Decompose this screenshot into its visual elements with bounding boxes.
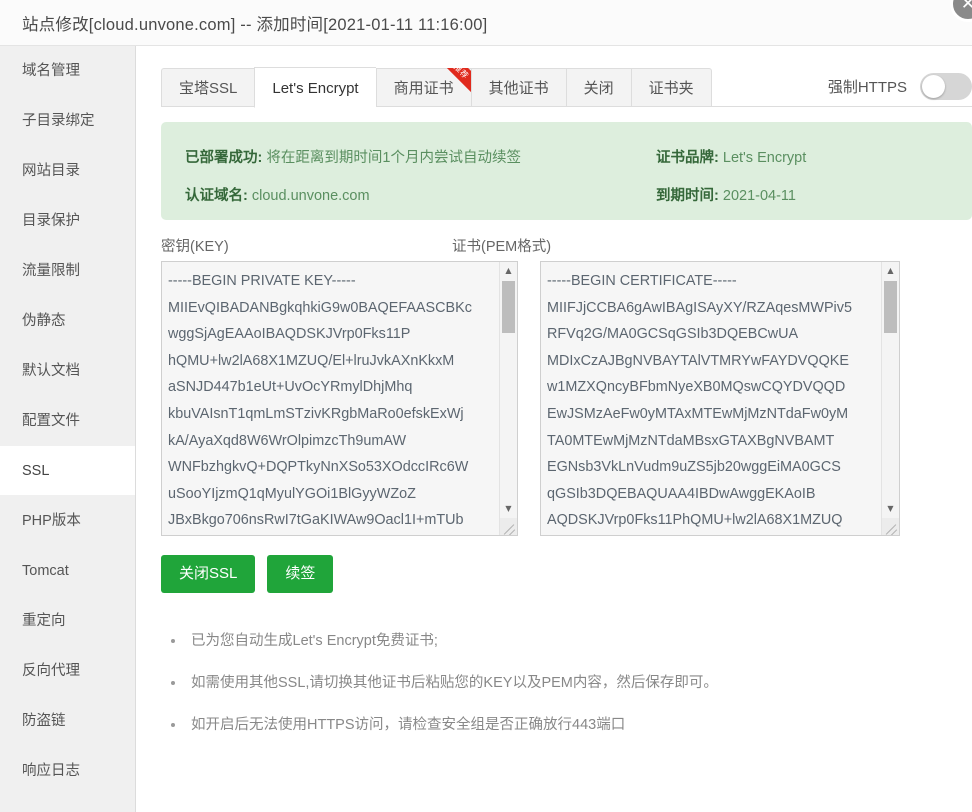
sidebar-item-7[interactable]: 配置文件 xyxy=(0,396,135,446)
force-https-control: 强制HTTPS xyxy=(828,73,972,100)
domain-row: 认证域名: cloud.unvone.com xyxy=(185,184,370,205)
bullet-icon xyxy=(171,681,175,685)
ssl-status-alert: 已部署成功: 将在距离到期时间1个月内尝试自动续签 认证域名: cloud.un… xyxy=(161,122,972,220)
scroll-thumb[interactable] xyxy=(502,281,515,333)
sidebar-item-label: 默认文档 xyxy=(22,363,80,379)
tabs-nav: 宝塔SSL Let's Encrypt 商用证书 推荐 其他证书 关闭 证书夹 xyxy=(161,67,712,108)
resize-grip-icon[interactable] xyxy=(500,518,517,535)
key-textarea-value: -----BEGIN PRIVATE KEY----- MIIEvQIBADAN… xyxy=(168,273,472,529)
sidebar-item-4[interactable]: 流量限制 xyxy=(0,246,135,296)
scroll-down-icon[interactable]: ▼ xyxy=(500,500,517,517)
sidebar-item-label: Tomcat xyxy=(22,563,69,579)
scroll-thumb[interactable] xyxy=(884,281,897,333)
sidebar-item-11[interactable]: 重定向 xyxy=(0,596,135,646)
sidebar-item-label: 伪静态 xyxy=(22,313,66,329)
key-textarea[interactable]: -----BEGIN PRIVATE KEY----- MIIEvQIBADAN… xyxy=(161,261,518,536)
sidebar-item-label: PHP版本 xyxy=(22,513,81,529)
tab-label: 关闭 xyxy=(583,80,614,97)
sidebar-item-14[interactable]: 响应日志 xyxy=(0,746,135,796)
sidebar-item-label: 配置文件 xyxy=(22,413,80,429)
pem-textarea[interactable]: -----BEGIN CERTIFICATE----- MIIFJjCCBA6g… xyxy=(540,261,900,536)
note-text: 如开启后无法使用HTTPS访问，请检查安全组是否正确放行443端口 xyxy=(191,717,626,733)
grip-line-2 xyxy=(890,529,898,535)
brand-row: 证书品牌: Let's Encrypt xyxy=(656,146,806,167)
expire-key: 到期时间: xyxy=(656,188,719,204)
scroll-up-icon[interactable]: ▲ xyxy=(500,262,517,279)
deploy-status-key: 已部署成功: xyxy=(185,150,263,166)
tab-label: 其他证书 xyxy=(488,80,549,97)
tab-4[interactable]: 关闭 xyxy=(565,68,631,107)
force-https-toggle[interactable] xyxy=(920,73,972,100)
note-text: 已为您自动生成Let's Encrypt免费证书; xyxy=(191,633,438,649)
action-buttons: 关闭SSL 续签 xyxy=(161,555,334,593)
bullet-icon xyxy=(171,723,175,727)
deploy-status-row: 已部署成功: 将在距离到期时间1个月内尝试自动续签 xyxy=(185,146,521,167)
grip-line-2 xyxy=(508,529,516,535)
sidebar-item-6[interactable]: 默认文档 xyxy=(0,346,135,396)
expire-value: 2021-04-11 xyxy=(722,188,796,204)
pem-scrollbar[interactable]: ▲ ▼ xyxy=(881,262,899,535)
expire-row: 到期时间: 2021-04-11 xyxy=(656,184,796,205)
scroll-up-icon[interactable]: ▲ xyxy=(882,262,899,279)
sidebar-item-0[interactable]: 域名管理 xyxy=(0,46,135,96)
bullet-icon xyxy=(171,639,175,643)
tab-2[interactable]: 商用证书 推荐 xyxy=(375,68,472,107)
sidebar-item-2[interactable]: 网站目录 xyxy=(0,146,135,196)
sidebar-item-label: 网站目录 xyxy=(22,163,80,179)
sidebar-item-label: 流量限制 xyxy=(22,263,80,279)
window-title-bar: 站点修改[cloud.unvone.com] -- 添加时间[2021-01-1… xyxy=(0,0,972,46)
domain-key: 认证域名: xyxy=(185,188,248,204)
close-glyph: ✕ xyxy=(960,0,972,14)
sidebar-item-label: 目录保护 xyxy=(22,213,80,229)
notes-list: 已为您自动生成Let's Encrypt免费证书; 如需使用其他SSL,请切换其他… xyxy=(165,627,925,753)
key-scrollbar[interactable]: ▲ ▼ xyxy=(499,262,517,535)
sidebar-item-13[interactable]: 防盗链 xyxy=(0,696,135,746)
note-item: 如开启后无法使用HTTPS访问，请检查安全组是否正确放行443端口 xyxy=(165,711,925,739)
sidebar-item-label: 响应日志 xyxy=(22,763,80,779)
resize-grip-icon[interactable] xyxy=(882,518,899,535)
note-item: 如需使用其他SSL,请切换其他证书后粘贴您的KEY以及PEM内容，然后保存即可。 xyxy=(165,669,925,697)
page-title: 站点修改[cloud.unvone.com] -- 添加时间[2021-01-1… xyxy=(22,16,488,34)
tab-label: 宝塔SSL xyxy=(179,80,238,97)
sidebar-item-1[interactable]: 子目录绑定 xyxy=(0,96,135,146)
tab-bar: 宝塔SSL Let's Encrypt 商用证书 推荐 其他证书 关闭 证书夹 强制HTTP… xyxy=(161,67,972,108)
sidebar-item-9[interactable]: PHP版本 xyxy=(0,496,135,546)
sidebar: 域名管理子目录绑定网站目录目录保护流量限制伪静态默认文档配置文件 SSL PHP版本… xyxy=(0,46,136,812)
brand-key: 证书品牌: xyxy=(656,150,719,166)
domain-value: cloud.unvone.com xyxy=(251,188,370,204)
brand-value: Let's Encrypt xyxy=(722,150,807,166)
sidebar-item-label: 防盗链 xyxy=(22,713,66,729)
tab-5[interactable]: 证书夹 xyxy=(630,68,712,107)
note-item: 已为您自动生成Let's Encrypt免费证书; xyxy=(165,627,925,655)
tab-1[interactable]: Let's Encrypt xyxy=(254,67,376,108)
renew-button[interactable]: 续签 xyxy=(267,555,334,593)
main-content: 宝塔SSL Let's Encrypt 商用证书 推荐 其他证书 关闭 证书夹 强制HTTP… xyxy=(137,47,972,812)
tab-label: Let's Encrypt xyxy=(272,80,359,97)
pem-textarea-value: -----BEGIN CERTIFICATE----- MIIFJjCCBA6g… xyxy=(547,273,852,529)
tab-3[interactable]: 其他证书 xyxy=(470,68,566,107)
close-ssl-button[interactable]: 关闭SSL xyxy=(161,555,256,593)
tab-label: 证书夹 xyxy=(648,80,694,97)
sidebar-item-3[interactable]: 目录保护 xyxy=(0,196,135,246)
sidebar-item-label: 重定向 xyxy=(22,613,66,629)
sidebar-item-8[interactable]: SSL xyxy=(0,446,135,496)
key-field-label: 密钥(KEY) xyxy=(161,239,229,255)
note-text: 如需使用其他SSL,请切换其他证书后粘贴您的KEY以及PEM内容，然后保存即可。 xyxy=(191,675,718,691)
sidebar-item-label: 反向代理 xyxy=(22,663,80,679)
scroll-down-icon[interactable]: ▼ xyxy=(882,500,899,517)
sidebar-item-10[interactable]: Tomcat xyxy=(0,546,135,596)
tab-0[interactable]: 宝塔SSL xyxy=(161,68,255,107)
sidebar-item-label: SSL xyxy=(22,463,50,479)
pem-field-label: 证书(PEM格式) xyxy=(452,239,552,255)
tab-label: 商用证书 xyxy=(393,80,454,97)
close-icon[interactable]: ✕ xyxy=(950,0,972,22)
force-https-label: 强制HTTPS xyxy=(827,79,907,96)
deploy-status-value: 将在距离到期时间1个月内尝试自动续签 xyxy=(266,150,521,166)
sidebar-item-12[interactable]: 反向代理 xyxy=(0,646,135,696)
sidebar-item-label: 域名管理 xyxy=(22,63,80,79)
toggle-knob xyxy=(922,75,945,98)
sidebar-item-label: 子目录绑定 xyxy=(22,113,95,129)
sidebar-item-5[interactable]: 伪静态 xyxy=(0,296,135,346)
